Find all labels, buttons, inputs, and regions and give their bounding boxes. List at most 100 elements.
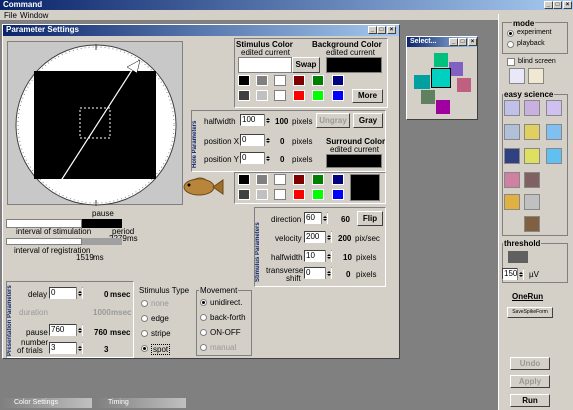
color-green-1[interactable] (312, 75, 324, 86)
tool-grid-icon-10[interactable] (504, 172, 520, 188)
color-white-3[interactable] (274, 174, 286, 185)
tool-grid-icon-5[interactable] (524, 124, 540, 140)
color-white-1[interactable] (274, 75, 286, 86)
direction-spin[interactable] (321, 212, 327, 224)
color-silver-2[interactable] (256, 189, 268, 200)
color-lime-2[interactable] (312, 189, 324, 200)
velocity-spin[interactable] (325, 231, 331, 243)
select-square-purple[interactable] (449, 62, 463, 76)
gray-button[interactable]: Gray (353, 113, 383, 128)
select-square-olive[interactable] (421, 90, 435, 104)
shift-label: shift (286, 274, 301, 283)
color-green-2[interactable] (312, 174, 324, 185)
tool-grid-icon-2[interactable] (524, 100, 540, 116)
select-minimize-icon[interactable]: _ (449, 38, 458, 46)
movement-manual-radio[interactable] (200, 344, 207, 351)
undo-button[interactable]: Undo (510, 357, 550, 370)
tool-grid-icon-11[interactable] (524, 172, 540, 188)
save-spike-form-button[interactable]: SaveSpikeForm (507, 307, 553, 318)
rw-icon[interactable] (504, 124, 520, 140)
param-minimize-icon[interactable]: _ (368, 26, 377, 34)
hole-halfwidth-unit: pixels (292, 117, 313, 126)
select-square-top[interactable] (434, 53, 448, 67)
taskbar-color-settings[interactable]: Color Settings (2, 398, 92, 408)
background-color-swatch[interactable] (326, 57, 382, 73)
stimulus-color-swatch[interactable] (238, 57, 292, 73)
ungray-button[interactable]: Ungray (316, 113, 350, 128)
delay-spin[interactable] (76, 287, 82, 299)
surround-color-swatch[interactable] (326, 154, 382, 168)
color-navy-2[interactable] (332, 174, 344, 185)
apply-button[interactable]: Apply (510, 375, 550, 388)
tool-grid-icon-1[interactable] (504, 100, 520, 116)
color-red-2[interactable] (293, 189, 305, 200)
tool-grid-icon-8[interactable] (524, 148, 540, 164)
tool-grid-icon-12[interactable] (504, 194, 520, 210)
color-silver-1[interactable] (256, 90, 268, 101)
color-white-2[interactable] (274, 90, 286, 101)
threshold-slider-icon[interactable] (508, 251, 528, 263)
color-darkgray-2[interactable] (238, 189, 250, 200)
pause-spin[interactable] (76, 324, 82, 336)
close-icon[interactable]: × (563, 1, 572, 9)
color-navy-1[interactable] (332, 75, 344, 86)
mode-playback-radio[interactable] (507, 41, 514, 48)
stim-type-spot-radio[interactable] (141, 345, 148, 352)
menu-window[interactable]: Window (20, 11, 48, 20)
flip-button[interactable]: Flip (357, 211, 383, 226)
color-black-1[interactable] (238, 75, 250, 86)
select-close-icon[interactable]: × (468, 38, 477, 46)
tool-grid-icon-14[interactable] (524, 216, 540, 232)
color-gray-2[interactable] (256, 174, 268, 185)
select-square-teal[interactable] (414, 75, 430, 89)
tool-grid-icon-7[interactable] (504, 148, 520, 164)
color-darkgray-1[interactable] (238, 90, 250, 101)
select-window-title: Select... (410, 38, 437, 45)
param-close-icon[interactable]: × (387, 26, 396, 34)
tool-grid-icon-3[interactable] (546, 100, 562, 116)
movement-unidirect-radio[interactable] (200, 299, 207, 306)
document-icon[interactable] (509, 68, 525, 84)
color-maroon-1[interactable] (293, 75, 305, 86)
taskbar-timing[interactable]: Timing (96, 398, 186, 408)
color-black-2[interactable] (238, 174, 250, 185)
color-gray-1[interactable] (256, 75, 268, 86)
hole-halfwidth-spin[interactable] (264, 114, 270, 126)
more-button[interactable]: More (352, 89, 383, 103)
maximize-icon[interactable]: □ (553, 1, 562, 9)
tool-grid-icon-13[interactable] (524, 194, 540, 210)
run-button[interactable]: Run (510, 394, 550, 407)
hole-posy-spin[interactable] (264, 152, 270, 164)
param-maximize-icon[interactable]: □ (377, 26, 386, 34)
swap-button[interactable]: Swap (292, 57, 320, 73)
select-square-magenta[interactable] (436, 100, 450, 114)
mode-experiment-radio[interactable] (507, 30, 514, 37)
transverse-shift-spin[interactable] (325, 267, 331, 279)
minimize-icon[interactable]: _ (544, 1, 553, 9)
stim-type-none-radio[interactable] (141, 300, 148, 307)
select-square-pink[interactable] (457, 78, 471, 92)
stim-type-none-label: none (151, 299, 169, 308)
tool-grid-icon-9[interactable] (546, 148, 562, 164)
color-lime-1[interactable] (312, 90, 324, 101)
color-red-1[interactable] (293, 90, 305, 101)
tool-grid-icon-6[interactable] (546, 124, 562, 140)
color-blue-1[interactable] (332, 90, 344, 101)
menu-file[interactable]: File (4, 11, 17, 20)
onerun-link[interactable]: OneRun (512, 292, 543, 301)
hole-posx-spin[interactable] (264, 134, 270, 146)
threshold-spin[interactable] (517, 268, 523, 280)
color-blue-2[interactable] (332, 189, 344, 200)
select-square-center[interactable] (431, 68, 451, 88)
movement-onoff-radio[interactable] (200, 329, 207, 336)
movement-backforth-radio[interactable] (200, 314, 207, 321)
stim-type-edge-radio[interactable] (141, 315, 148, 322)
color-maroon-2[interactable] (293, 174, 305, 185)
select-maximize-icon[interactable]: □ (458, 38, 467, 46)
stim-halfwidth-spin[interactable] (325, 250, 331, 262)
color-white-4[interactable] (274, 189, 286, 200)
trials-spin[interactable] (76, 342, 82, 354)
stim-type-stripe-radio[interactable] (141, 330, 148, 337)
blind-screen-checkbox[interactable] (507, 58, 515, 66)
reload-icon[interactable] (528, 68, 544, 84)
